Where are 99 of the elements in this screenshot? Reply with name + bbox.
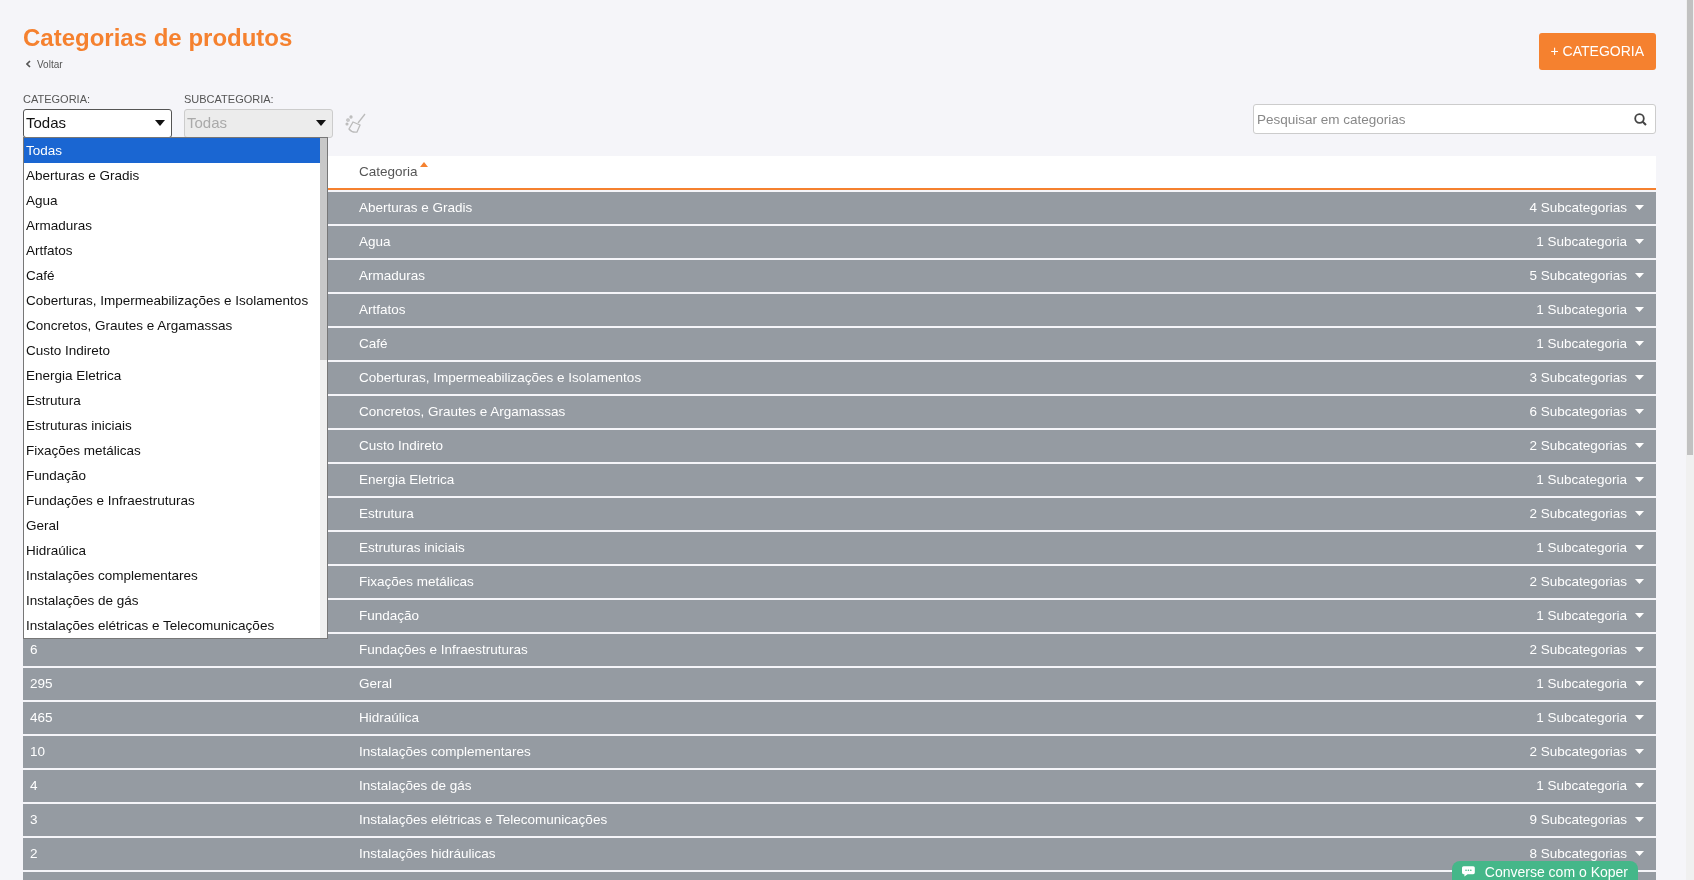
table-cell: 3 — [30, 811, 38, 827]
subcategory-count: 1 Subcategoria — [1536, 674, 1627, 693]
dropdown-option[interactable]: Agua — [24, 188, 320, 213]
subcategory-count: 9 Subcategorias — [1529, 810, 1627, 829]
table-cell: Instalações hidráulicas — [359, 845, 496, 861]
table-cell: Artfatos — [359, 301, 406, 317]
caret-icon[interactable] — [1635, 817, 1644, 823]
table-row[interactable]: 6 Fundações e Infraestruturas 2 Subcategorias — [23, 633, 1656, 666]
table-cell: Geral — [359, 675, 392, 691]
scrollbar[interactable] — [1686, 0, 1694, 880]
page-title: Categorias de produtos — [23, 23, 293, 53]
subcategory-count: 1 Subcategoria — [1536, 300, 1627, 319]
scrollbar[interactable] — [320, 138, 327, 638]
chat-icon — [1462, 864, 1475, 878]
caret-icon[interactable] — [1635, 579, 1644, 585]
caret-icon[interactable] — [1635, 375, 1644, 381]
table-row[interactable]: 295 Geral 1 Subcategoria — [23, 667, 1656, 700]
subcategory-count: 1 Subcategoria — [1536, 538, 1627, 557]
dropdown-option[interactable]: Aberturas e Gradis — [24, 163, 320, 188]
caret-icon[interactable] — [1635, 613, 1644, 619]
caret-icon[interactable] — [1635, 341, 1644, 347]
subcategory-count: 5 Subcategorias — [1529, 266, 1627, 285]
filter-label: SUBCATEGORIA: — [184, 92, 275, 108]
caret-icon[interactable] — [1635, 409, 1644, 415]
table-row[interactable]: 10 Instalações complementares 2 Subcategorias — [23, 735, 1656, 768]
subcategory-count: 1 Subcategoria — [1536, 776, 1627, 795]
caret-icon[interactable] — [1635, 749, 1644, 755]
table-row[interactable]: 3 Instalações elétricas e Telecomunicações 9 Subcategorias — [23, 803, 1656, 836]
subcategory-count: 8 Subcategorias — [1529, 844, 1627, 863]
table-cell: Aberturas e Gradis — [359, 199, 473, 215]
caret-icon[interactable] — [1635, 511, 1644, 517]
back-link[interactable]: Voltar — [26, 56, 63, 72]
subcategory-count: 1 Subcategoria — [1536, 334, 1627, 353]
table-cell: Estrutura — [359, 505, 414, 521]
table-cell: Custo Indireto — [359, 437, 444, 453]
table-cell: Café — [359, 335, 388, 351]
dropdown-option[interactable]: Energia Eletrica — [24, 363, 320, 388]
caret-icon[interactable] — [1635, 715, 1644, 721]
subcategory-count: 1 Subcategoria — [1536, 708, 1627, 727]
caret-icon[interactable] — [1635, 205, 1644, 211]
dropdown-option[interactable]: Fixações metálicas — [24, 438, 320, 463]
subcategory-count: 1 Subcategoria — [1536, 606, 1627, 625]
table-cell: 10 — [30, 743, 46, 759]
table-cell: Instalações complementares — [359, 743, 531, 759]
table-row[interactable]: 4 Instalações de gás 1 Subcategoria — [23, 769, 1656, 802]
caret-icon[interactable] — [1635, 851, 1644, 857]
table-cell: Fundações e Infraestruturas — [359, 641, 528, 657]
subcategory-count: 6 Subcategorias — [1529, 402, 1627, 421]
caret-icon — [316, 120, 326, 127]
subcategory-count: 2 Subcategorias — [1529, 572, 1627, 591]
caret-icon[interactable] — [1635, 681, 1644, 687]
table-cell: 6 — [30, 641, 38, 657]
subcategory-count: 2 Subcategorias — [1529, 504, 1627, 523]
dropdown-option[interactable]: Hidraúlica — [24, 538, 320, 563]
search-icon — [1634, 113, 1647, 127]
search-field[interactable]: Pesquisar em categorias — [1253, 104, 1656, 135]
table-row[interactable]: 465 Hidraúlica 1 Subcategoria — [23, 701, 1656, 734]
broom-icon[interactable] — [345, 111, 367, 134]
caret-icon[interactable] — [1635, 273, 1644, 279]
table-cell: Estruturas iniciais — [359, 539, 465, 555]
caret-icon[interactable] — [1635, 443, 1644, 449]
table-cell: Coberturas, Impermeabilizações e Isolamentos — [359, 369, 642, 385]
caret-icon[interactable] — [1635, 477, 1644, 483]
caret-icon — [155, 120, 165, 127]
subcategory-count: 2 Subcategorias — [1529, 640, 1627, 659]
table-cell: Fundação — [359, 607, 420, 623]
caret-icon[interactable] — [1635, 545, 1644, 551]
caret-icon[interactable] — [1635, 307, 1644, 313]
subcategory-count: 3 Subcategorias — [1529, 368, 1627, 387]
caret-icon[interactable] — [1635, 783, 1644, 789]
dropdown-option[interactable]: Custo Indireto — [24, 338, 320, 363]
subcategory-count: 1 Subcategoria — [1536, 232, 1627, 251]
table-cell: 295 — [30, 675, 53, 691]
subcategory-count: 2 Subcategorias — [1529, 436, 1627, 455]
table-cell: 465 — [30, 709, 53, 725]
select-field: Todas — [184, 108, 333, 138]
subcategory-count: 4 Subcategorias — [1529, 198, 1627, 217]
dropdown-option[interactable]: Todas — [24, 138, 320, 163]
table-cell: Concretos, Grautes e Argamassas — [359, 403, 566, 419]
table-cell: Hidraúlica — [359, 709, 420, 725]
dropdown-option[interactable]: Café — [24, 263, 320, 288]
filter-label: CATEGORIA: — [23, 92, 92, 108]
chevron-left-icon — [26, 60, 31, 69]
dropdown-option[interactable]: Instalações complementares — [24, 563, 320, 588]
caret-icon[interactable] — [1635, 239, 1644, 245]
column-header[interactable]: Categoria — [359, 162, 428, 183]
table-cell: Instalações de gás — [359, 777, 472, 793]
subcategory-count: 1 Subcategoria — [1536, 470, 1627, 489]
table-cell: Armaduras — [359, 267, 426, 283]
caret-icon[interactable] — [1635, 647, 1644, 653]
table-cell: 2 — [30, 845, 38, 861]
table-cell: Agua — [359, 233, 391, 249]
table-cell: Instalações elétricas e Telecomunicações — [359, 811, 608, 827]
table-cell: Energia Eletrica — [359, 471, 455, 487]
table-cell: Fixações metálicas — [359, 573, 474, 589]
subcategory-count: 2 Subcategorias — [1529, 742, 1627, 761]
dropdown-option[interactable]: Fundação — [24, 463, 320, 488]
table-cell: 4 — [30, 777, 38, 793]
select-field[interactable]: Todas — [23, 108, 172, 138]
